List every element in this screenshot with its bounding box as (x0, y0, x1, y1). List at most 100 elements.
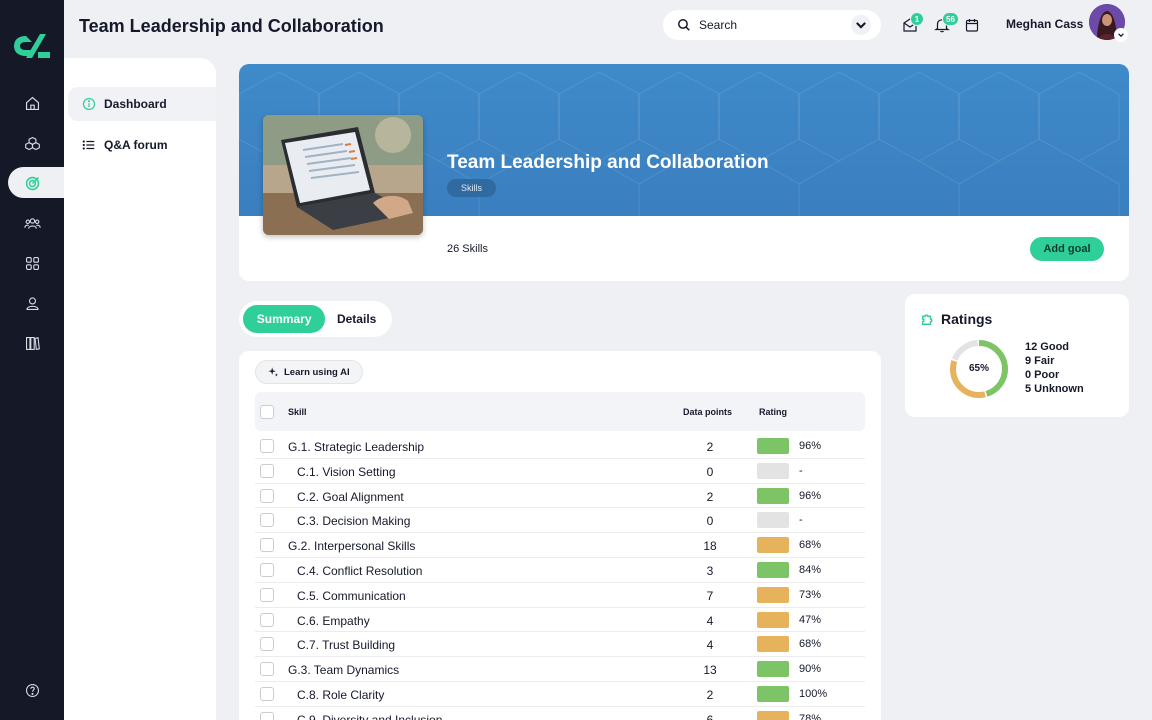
subnav-item-label: Dashboard (104, 97, 167, 111)
data-points-value: 2 (706, 688, 714, 702)
table-row[interactable]: C.7. Trust Building 4 68% (255, 632, 865, 658)
sparkle-icon (268, 367, 278, 377)
skill-name[interactable]: C.2. Goal Alignment (297, 490, 404, 504)
table-row[interactable]: C.5. Communication 7 73% (255, 583, 865, 608)
table-row[interactable]: C.9. Diversity and Inclusion 6 78% (255, 707, 865, 720)
rating-value: 84% (799, 564, 822, 576)
search-box[interactable]: Search (663, 10, 881, 40)
user-icon[interactable] (0, 287, 64, 319)
table-row[interactable]: C.4. Conflict Resolution 3 84% (255, 558, 865, 583)
rating-status-bar (757, 661, 789, 678)
home-icon[interactable] (0, 87, 64, 119)
rating-value: 78% (799, 712, 822, 720)
view-tabs: Summary Details (239, 301, 392, 337)
calendar-icon[interactable] (964, 17, 980, 33)
column-header-data-points[interactable]: Data points (683, 407, 732, 417)
row-checkbox[interactable] (260, 662, 274, 677)
skill-name[interactable]: C.1. Vision Setting (297, 465, 396, 479)
table-row[interactable]: G.1. Strategic Leadership 2 96% (255, 434, 865, 459)
row-checkbox[interactable] (260, 439, 274, 453)
ratings-card: Ratings 65% 12 Good 9 Fair 0 Poor 5 Unkn… (905, 294, 1129, 417)
table-row[interactable]: G.3. Team Dynamics 13 90% (255, 657, 865, 682)
data-points-value: 7 (706, 588, 714, 603)
skill-name[interactable]: C.4. Conflict Resolution (297, 564, 422, 578)
ratings-percentage: 65% (968, 363, 989, 374)
skill-name[interactable]: G.3. Team Dynamics (288, 663, 399, 677)
skills-count: 26 Skills (447, 243, 488, 255)
table-row[interactable]: C.6. Empathy 4 47% (255, 608, 865, 633)
skill-name[interactable]: C.7. Trust Building (297, 638, 395, 652)
ratings-poor-count: 0 Poor (1025, 369, 1060, 381)
app-logo[interactable] (10, 30, 54, 62)
skill-name[interactable]: C.3. Decision Making (297, 514, 410, 528)
skill-name[interactable]: C.8. Role Clarity (297, 688, 384, 702)
search-icon (678, 19, 690, 31)
row-checkbox[interactable] (260, 612, 274, 627)
chevron-down-icon (856, 22, 866, 29)
row-checkbox[interactable] (260, 687, 274, 701)
help-icon[interactable] (0, 674, 64, 706)
data-points-value: 3 (706, 564, 714, 578)
rating-status-bar (757, 537, 789, 554)
table-row[interactable]: C.3. Decision Making 0 - (255, 508, 865, 534)
rating-status-bar (757, 512, 789, 529)
learn-using-ai-button[interactable]: Learn using AI (255, 360, 363, 384)
target-icon[interactable] (0, 167, 64, 199)
add-goal-button[interactable]: Add goal (1030, 237, 1104, 261)
column-header-rating[interactable]: Rating (759, 407, 787, 417)
table-row[interactable]: C.8. Role Clarity 2 100% (255, 682, 865, 707)
table-row[interactable]: C.1. Vision Setting 0 - (255, 459, 865, 484)
data-points-value: 2 (706, 489, 714, 504)
user-name[interactable]: Meghan Cass (1006, 17, 1083, 31)
skill-name[interactable]: G.1. Strategic Leadership (288, 440, 424, 454)
table-header: Skill Data points Rating (255, 392, 865, 431)
row-checkbox[interactable] (260, 463, 274, 478)
account-menu-button[interactable] (1114, 28, 1128, 42)
subnav-item-dashboard[interactable]: Dashboard (68, 87, 216, 121)
data-points-value: 6 (706, 712, 714, 720)
row-checkbox[interactable] (260, 538, 274, 553)
cubes-icon[interactable] (0, 127, 64, 159)
course-thumbnail (263, 115, 423, 235)
ratings-title: Ratings (941, 311, 993, 327)
data-points-value: 13 (703, 663, 717, 678)
skill-name[interactable]: C.6. Empathy (297, 614, 370, 628)
skill-name[interactable]: C.5. Communication (297, 589, 406, 603)
rating-value: 68% (799, 638, 822, 651)
rating-status-bar (757, 586, 789, 603)
data-points-value: 0 (706, 514, 714, 529)
column-header-skill[interactable]: Skill (288, 407, 307, 417)
rating-value: 47% (799, 613, 822, 626)
chevron-down-icon (1118, 33, 1124, 38)
category-tag: Skills (447, 179, 497, 197)
skill-name[interactable]: G.2. Interpersonal Skills (288, 539, 415, 553)
search-dropdown-button[interactable] (851, 15, 871, 35)
apps-grid-icon[interactable] (0, 247, 64, 279)
rating-status-bar (757, 686, 789, 702)
rating-value: 90% (799, 663, 822, 676)
row-checkbox[interactable] (260, 711, 274, 720)
skill-name[interactable]: C.9. Diversity and Inclusion (297, 713, 442, 720)
table-row[interactable]: C.2. Goal Alignment 2 96% (255, 484, 865, 509)
data-points-value: 4 (706, 613, 714, 628)
tab-details[interactable]: Details (325, 305, 388, 333)
rating-value: 96% (799, 489, 822, 502)
tab-summary[interactable]: Summary (243, 305, 326, 333)
rating-value: 68% (799, 539, 822, 552)
table-row[interactable]: G.2. Interpersonal Skills 18 68% (255, 533, 865, 558)
library-icon[interactable] (0, 327, 64, 359)
ratings-unknown-count: 5 Unknown (1025, 383, 1084, 395)
select-all-checkbox[interactable] (260, 405, 274, 419)
row-checkbox[interactable] (260, 488, 274, 503)
row-checkbox[interactable] (260, 587, 274, 602)
subnav-item-qa-forum[interactable]: Q&A forum (68, 128, 216, 162)
row-checkbox[interactable] (260, 637, 274, 652)
subnav-item-label: Q&A forum (104, 138, 168, 152)
row-checkbox[interactable] (260, 563, 274, 577)
row-checkbox[interactable] (260, 513, 274, 528)
search-input[interactable]: Search (699, 18, 851, 32)
rating-value: 73% (799, 588, 822, 601)
rating-status-bar (757, 438, 789, 454)
skills-table-card: Learn using AI Skill Data points Rating … (239, 351, 881, 720)
team-icon[interactable] (0, 207, 64, 239)
